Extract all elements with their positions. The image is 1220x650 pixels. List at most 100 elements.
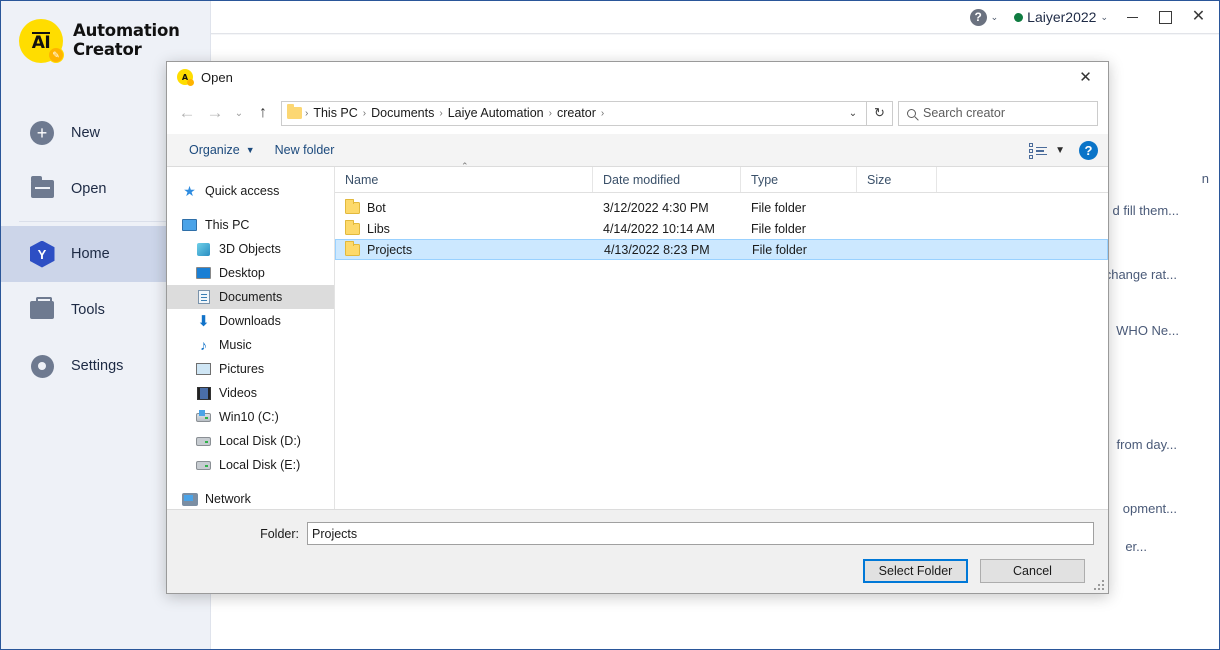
tree-item-documents[interactable]: Documents (167, 285, 334, 309)
column-label: Type (751, 172, 779, 187)
sidebar-item-label-settings: Settings (71, 358, 124, 374)
search-placeholder: Search creator (923, 106, 1005, 120)
home-hex-icon: Y (29, 240, 55, 268)
file-name: Bot (367, 200, 386, 215)
up-one-level-button[interactable]: ↑ (249, 99, 277, 127)
dialog-body: ★ Quick access This PC 3D Objects Deskto… (167, 161, 1108, 509)
folder-name-input[interactable]: Projects (307, 522, 1094, 545)
dialog-close-button[interactable]: ✕ (1063, 62, 1108, 92)
view-layout-icon[interactable] (1029, 143, 1048, 159)
brand-line-1: Automation (73, 21, 180, 41)
breadcrumb-separator: › (600, 107, 605, 119)
tree-item-downloads[interactable]: ⬇ Downloads (167, 309, 334, 333)
sidebar-item-label-open: Open (71, 181, 107, 197)
drive-icon (195, 409, 212, 425)
refresh-icon: ↻ (874, 105, 885, 120)
breadcrumb-item-creator[interactable]: creator (553, 106, 600, 120)
user-name-label: Laiyer2022 (1027, 9, 1097, 25)
breadcrumb-dropdown-button[interactable]: ⌄ (842, 102, 864, 125)
chevron-down-icon: ⌄ (848, 107, 858, 119)
organize-button[interactable]: Organize ▼ (179, 137, 265, 163)
dialog-footer: Folder: Projects Select Folder Cancel (167, 509, 1108, 593)
column-headers: Name ⌃ Date modified Type Size (335, 161, 1108, 193)
tree-item-local-disk-e[interactable]: Local Disk (E:) (167, 453, 334, 477)
folder-icon (287, 104, 302, 119)
close-button[interactable]: ✕ (1182, 1, 1215, 33)
minimize-button[interactable] (1116, 1, 1149, 33)
network-icon (181, 491, 198, 507)
select-folder-button[interactable]: Select Folder (863, 559, 968, 583)
breadcrumb[interactable]: › This PC › Documents › Laiye Automation… (281, 100, 867, 126)
view-options-caret-icon[interactable]: ▼ (1055, 145, 1065, 156)
tree-item-label: Desktop (219, 266, 265, 280)
cancel-button[interactable]: Cancel (980, 559, 1085, 583)
pictures-icon (195, 361, 212, 377)
tree-item-this-pc[interactable]: This PC (167, 213, 334, 237)
user-account-button[interactable]: Laiyer2022 ⌄ (1006, 1, 1116, 33)
tree-item-label: Win10 (C:) (219, 410, 279, 424)
dialog-app-icon: A (177, 69, 194, 86)
music-icon: ♪ (200, 337, 207, 353)
maximize-button[interactable] (1149, 1, 1182, 33)
tree-item-music[interactable]: ♪ Music (167, 333, 334, 357)
tree-item-win10-c[interactable]: Win10 (C:) (167, 405, 334, 429)
plus-circle-icon: + (29, 120, 55, 146)
toolbar-right-group: ▼ ? (1029, 140, 1108, 160)
tree-item-local-disk-d[interactable]: Local Disk (D:) (167, 429, 334, 453)
cancel-label: Cancel (1013, 564, 1052, 578)
column-header-type[interactable]: Type (741, 167, 857, 192)
tree-item-label: Pictures (219, 362, 265, 376)
sidebar-item-label-new: New (71, 125, 101, 141)
tree-item-quick-access[interactable]: ★ Quick access (167, 179, 334, 203)
bg-text-fragment: opment... (1122, 501, 1177, 516)
file-rows: Bot 3/12/2022 4:30 PM File folder Libs 4… (335, 193, 1108, 509)
3d-objects-icon (195, 241, 212, 257)
content-top-divider (211, 33, 1219, 35)
breadcrumb-item-laiye-automation[interactable]: Laiye Automation (444, 106, 548, 120)
forward-button[interactable]: → (201, 99, 229, 127)
table-row[interactable]: Projects 4/13/2022 8:23 PM File folder (335, 239, 1108, 260)
help-menu-button[interactable]: ? ⌄ (962, 1, 1007, 33)
help-icon[interactable]: ? (1079, 140, 1098, 160)
resize-grip[interactable] (1094, 580, 1104, 590)
recent-locations-button[interactable]: ⌄ (229, 99, 249, 127)
table-row[interactable]: Bot 3/12/2022 4:30 PM File folder (335, 197, 1108, 218)
application-window: AI ✎ Automation Creator + New Open Y Hom… (0, 0, 1220, 650)
column-header-name[interactable]: Name ⌃ (335, 161, 593, 192)
tree-item-3d-objects[interactable]: 3D Objects (167, 237, 334, 261)
tree-item-label: Videos (219, 386, 257, 400)
tree-item-videos[interactable]: Videos (167, 381, 334, 405)
file-name: Libs (367, 221, 390, 236)
tree-item-pictures[interactable]: Pictures (167, 357, 334, 381)
star-icon: ★ (183, 182, 196, 199)
folder-icon (345, 240, 360, 256)
column-header-size[interactable]: Size (857, 167, 937, 192)
tree-item-label: 3D Objects (219, 242, 281, 256)
back-button[interactable]: ← (173, 99, 201, 127)
table-row[interactable]: Libs 4/14/2022 10:14 AM File folder (335, 218, 1108, 239)
search-input[interactable]: Search creator (898, 100, 1098, 126)
tree-item-desktop[interactable]: Desktop (167, 261, 334, 285)
drive-icon (195, 433, 212, 449)
refresh-button[interactable]: ↻ (867, 100, 893, 126)
bg-text-fragment: change rat... (1104, 267, 1177, 282)
cell-name: Projects (336, 240, 594, 257)
cell-date-modified: 3/12/2022 4:30 PM (603, 200, 709, 215)
tree-item-network[interactable]: Network (167, 487, 334, 509)
chevron-down-icon: ⌄ (990, 11, 999, 22)
select-folder-label: Select Folder (878, 564, 953, 578)
breadcrumb-item-this-pc[interactable]: This PC (309, 106, 361, 120)
cell-type: File folder (752, 242, 807, 257)
cell-name: Libs (335, 219, 593, 236)
column-header-date-modified[interactable]: Date modified (593, 167, 741, 192)
bg-text-fragment: from day... (1116, 437, 1177, 452)
organize-label: Organize (189, 143, 240, 157)
file-list: Name ⌃ Date modified Type Size Bot 3/12/… (335, 161, 1108, 509)
breadcrumb-item-documents[interactable]: Documents (367, 106, 438, 120)
new-folder-button[interactable]: New folder (265, 137, 345, 163)
logo-ai-text: AI (31, 32, 51, 53)
folder-icon (29, 176, 55, 202)
logo-mark-icon: AI ✎ (19, 19, 64, 63)
close-icon: ✕ (1191, 8, 1206, 25)
